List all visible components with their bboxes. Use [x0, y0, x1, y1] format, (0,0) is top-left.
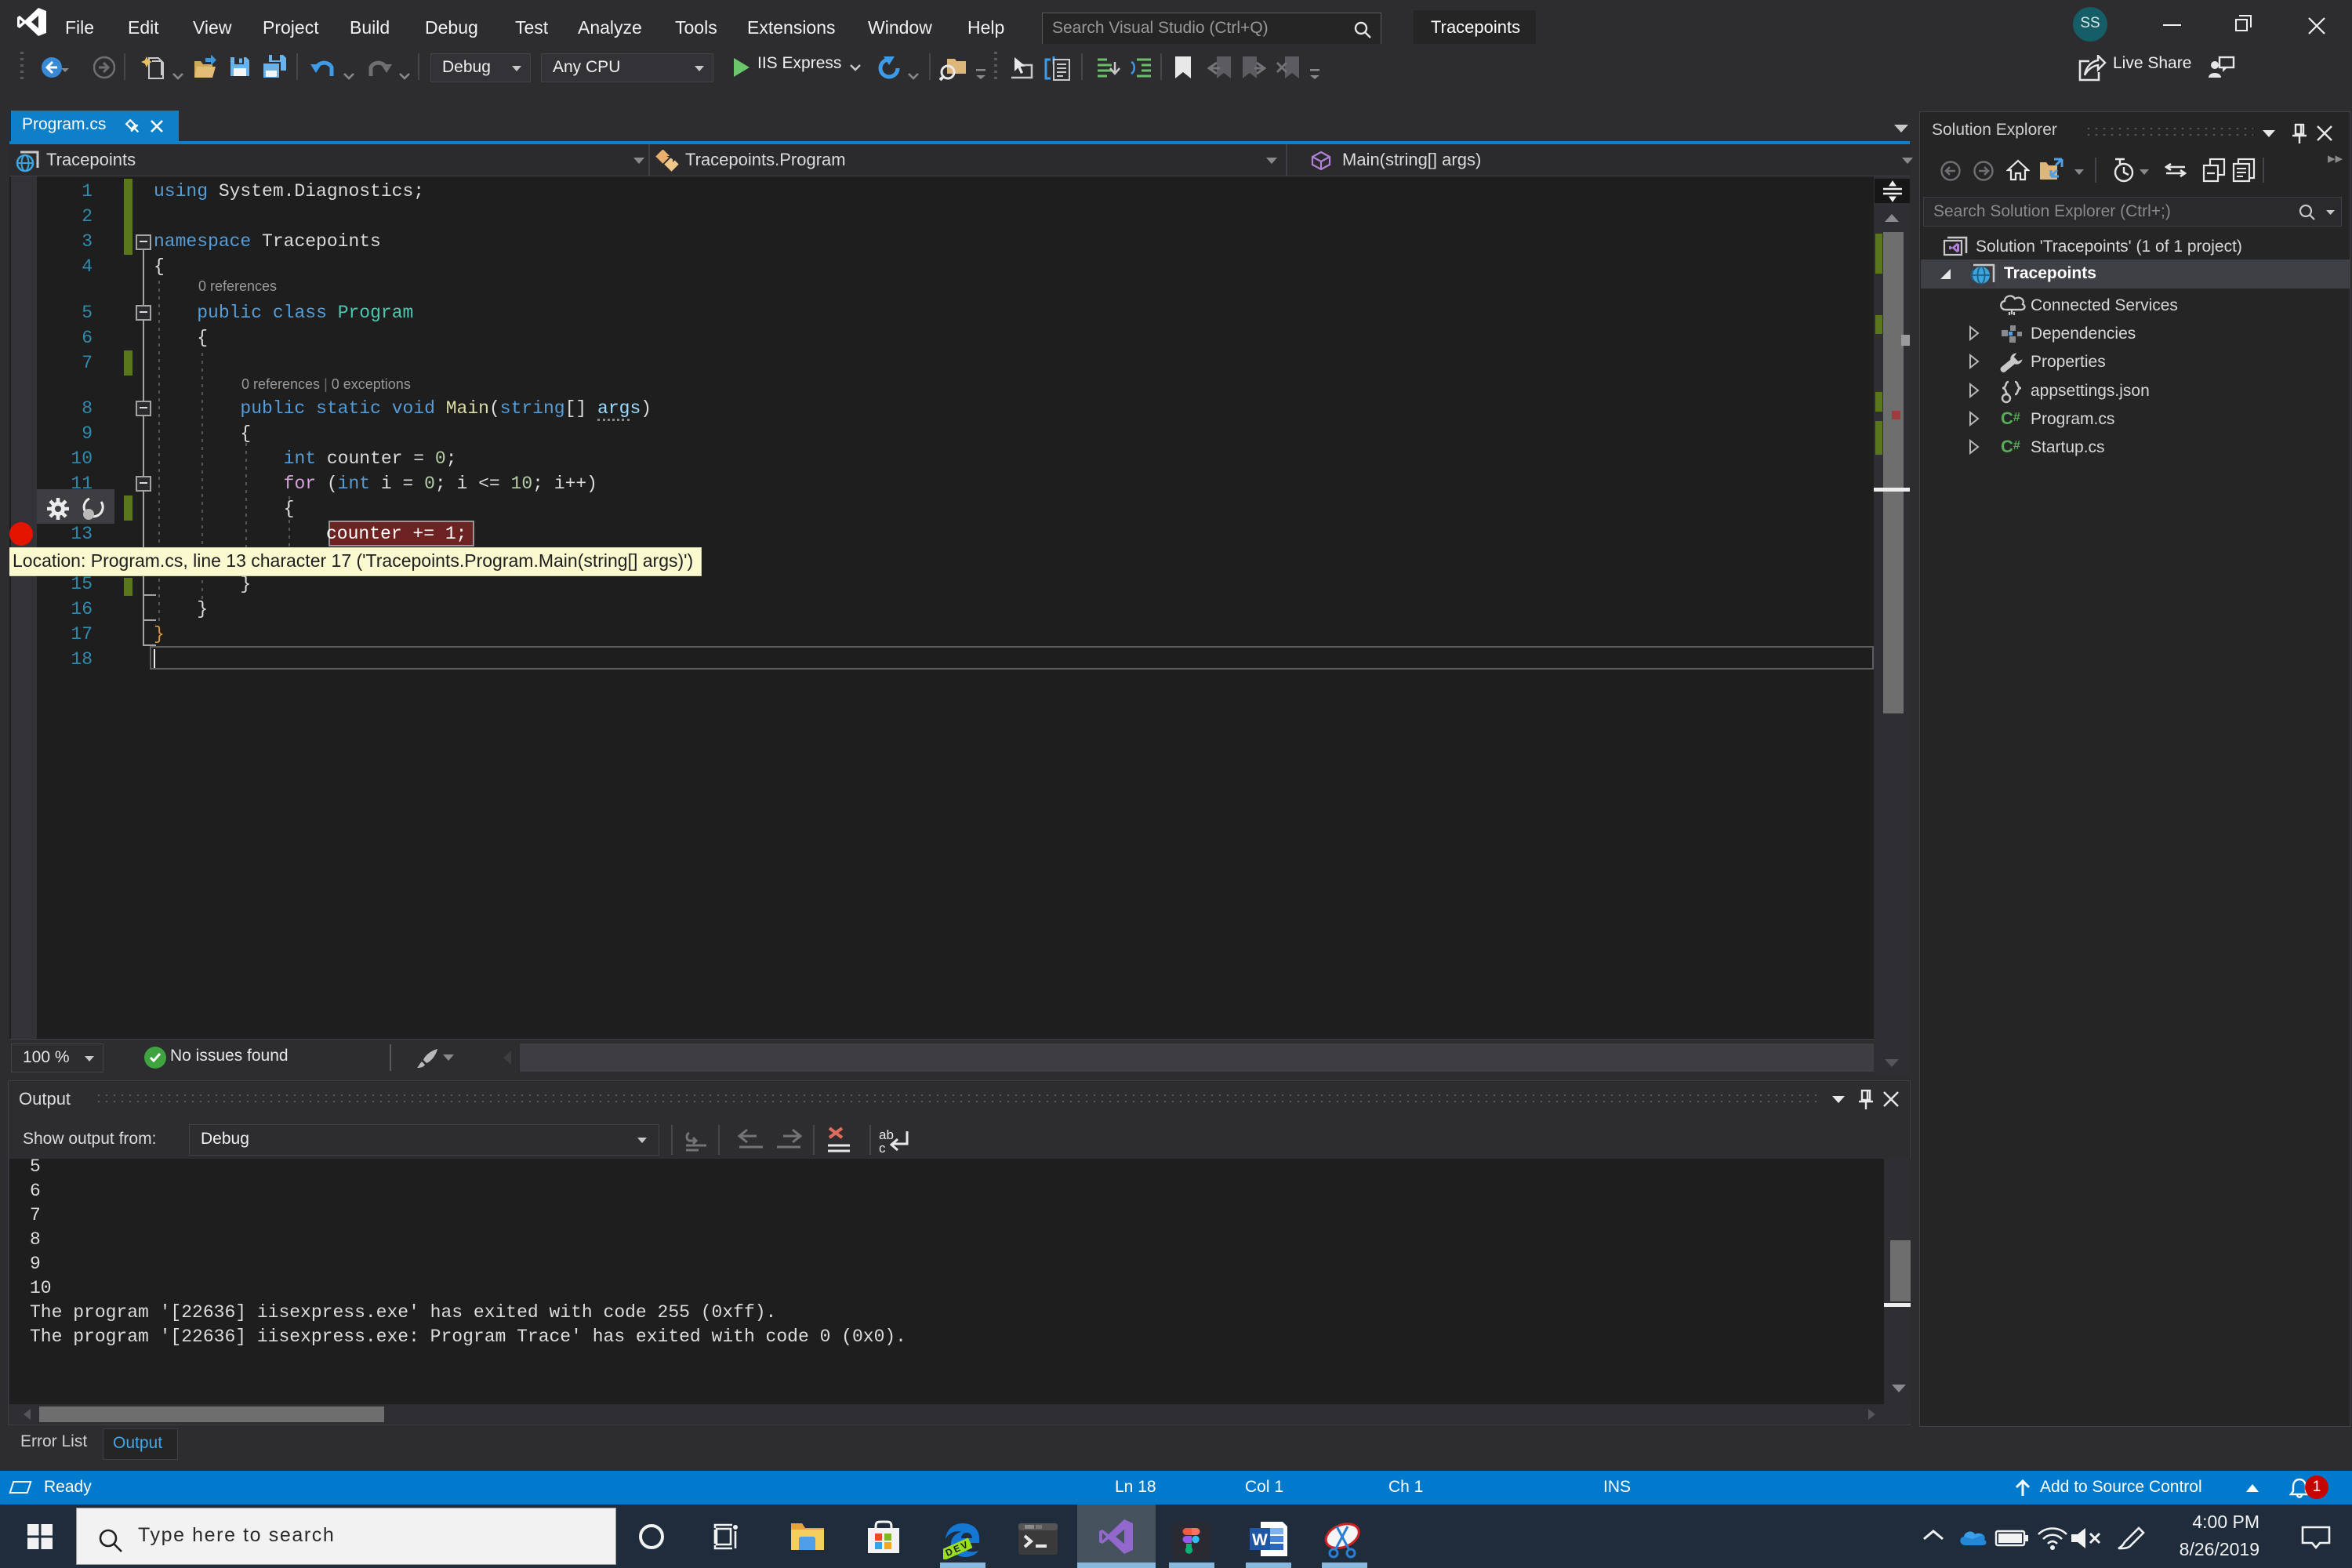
svg-text:c: c: [879, 1141, 886, 1156]
svg-text:W: W: [1252, 1531, 1268, 1549]
